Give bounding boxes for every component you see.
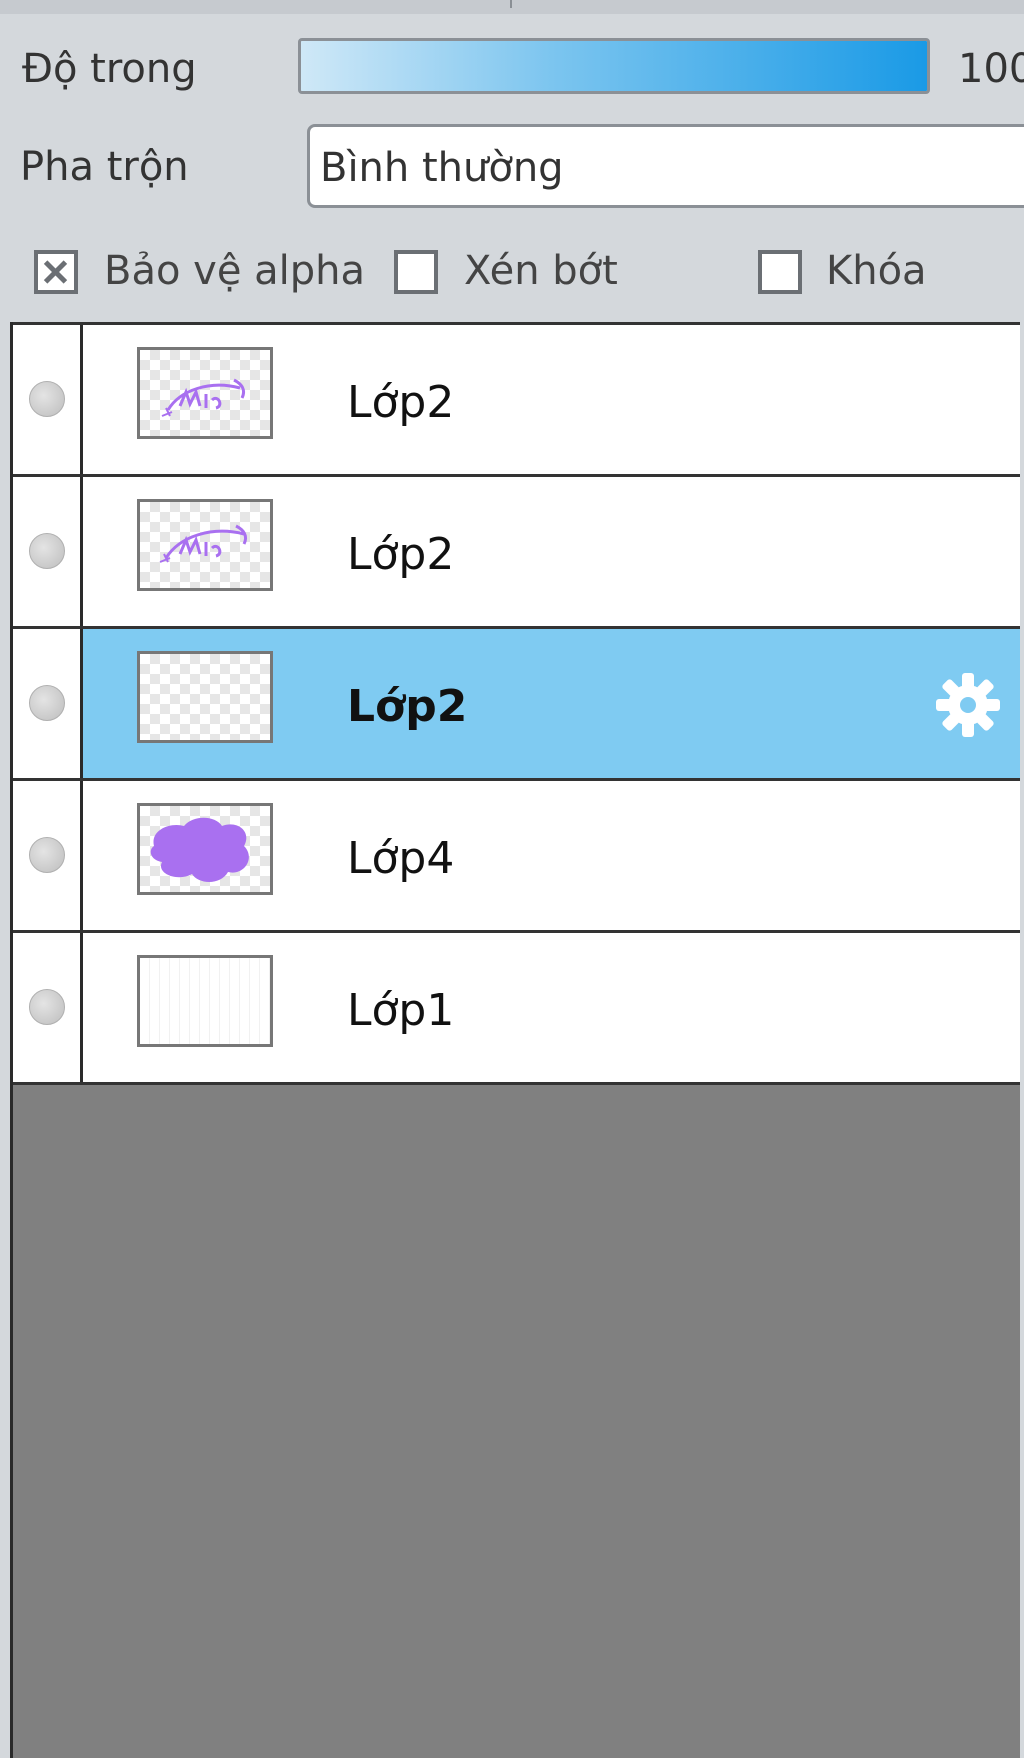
lock-checkbox[interactable] [758, 250, 802, 294]
clip-checkbox[interactable] [394, 250, 438, 294]
top-strip [0, 0, 1024, 14]
visibility-cell[interactable] [13, 629, 83, 778]
sketch-thumbnail-icon [161, 378, 246, 417]
layer-row[interactable]: Lớp1 [13, 930, 1020, 1085]
visibility-cell[interactable] [13, 325, 83, 474]
layer-main[interactable]: Lớp4 [83, 781, 1020, 930]
layer-main[interactable]: Lớp2 [83, 477, 1020, 626]
layer-name[interactable]: Lớp2 [347, 377, 454, 428]
layer-main[interactable]: Lớp2 [83, 325, 1020, 474]
layer-thumbnail [137, 651, 273, 743]
layer-name[interactable]: Lớp1 [347, 985, 454, 1036]
layer-row-selected[interactable]: Lớp2 [13, 626, 1020, 778]
blend-label: Pha trộn [20, 144, 189, 190]
visibility-toggle-icon[interactable] [29, 685, 65, 721]
layer-thumbnail [137, 803, 273, 895]
opacity-slider[interactable] [298, 38, 930, 94]
layer-row[interactable]: Lớp2 [13, 474, 1020, 626]
layer-thumbnail [137, 499, 273, 591]
layer-thumbnail [137, 347, 273, 439]
opacity-label: Độ trong [22, 46, 197, 92]
layer-main[interactable]: Lớp1 [83, 933, 1020, 1082]
clip-label: Xén bớt [464, 248, 618, 294]
visibility-toggle-icon[interactable] [29, 989, 65, 1025]
visibility-toggle-icon[interactable] [29, 533, 65, 569]
sketch-thumbnail-icon [159, 524, 248, 563]
layer-row[interactable]: Lớp2 [13, 322, 1020, 474]
blob-thumbnail-icon [150, 817, 249, 882]
visibility-cell[interactable] [13, 477, 83, 626]
blend-mode-select[interactable]: Bình thường [307, 124, 1024, 208]
layer-thumbnail [137, 955, 273, 1047]
top-strip-tick [510, 0, 512, 8]
layer-name[interactable]: Lớp2 [347, 681, 467, 732]
layer-name[interactable]: Lớp4 [347, 833, 454, 884]
opacity-value: 100 [958, 46, 1024, 92]
gear-icon[interactable] [932, 669, 1004, 741]
visibility-cell[interactable] [13, 933, 83, 1082]
blend-mode-value: Bình thường [320, 145, 564, 191]
alpha-protect-checkbox[interactable] [34, 250, 78, 294]
alpha-protect-label: Bảo vệ alpha [104, 248, 366, 294]
visibility-cell[interactable] [13, 781, 83, 930]
visibility-toggle-icon[interactable] [29, 381, 65, 417]
layer-list[interactable]: Lớp2 Lớp2 Lớp2 Lớp4 Lớp1 [10, 322, 1020, 1758]
layer-row[interactable]: Lớp4 [13, 778, 1020, 930]
visibility-toggle-icon[interactable] [29, 837, 65, 873]
opacity-slider-fill [301, 41, 927, 91]
layer-name[interactable]: Lớp2 [347, 529, 454, 580]
layer-main[interactable]: Lớp2 [83, 629, 1020, 778]
lock-label: Khóa [826, 248, 927, 294]
